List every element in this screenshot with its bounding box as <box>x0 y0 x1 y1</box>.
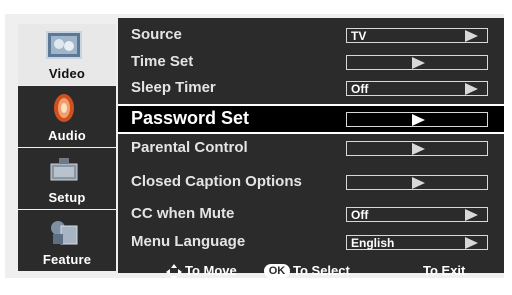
tab-video[interactable]: Video <box>18 24 116 85</box>
value-box[interactable] <box>346 141 488 156</box>
value-box[interactable]: English <box>346 235 488 250</box>
value-box[interactable] <box>346 55 488 70</box>
arrow-right-icon <box>412 57 425 69</box>
arrow-right-icon <box>412 114 425 126</box>
settings-menu: Source TV Time Set Sleep Timer Off Passw… <box>118 18 504 280</box>
help-exit-text: To Exit <box>423 263 466 278</box>
menu-item-label: Closed Caption Options <box>131 173 302 190</box>
arrow-right-icon <box>465 83 478 95</box>
value-text: Off <box>351 82 369 96</box>
arrow-right-icon <box>465 237 478 249</box>
tab-label: Feature <box>42 252 92 267</box>
menu-item-cc-when-mute[interactable]: CC when Mute Off <box>118 201 504 229</box>
sidebar: Video Audio Setup Feature <box>17 18 117 273</box>
arrow-right-icon <box>465 30 478 42</box>
video-icon <box>46 31 82 59</box>
help-move-text: To Move <box>185 263 237 278</box>
menu-item-parental-control[interactable]: Parental Control <box>118 135 504 163</box>
menu-item-password-set[interactable]: Password Set <box>118 104 504 134</box>
value-text: English <box>351 236 395 250</box>
navigation-arrows-icon <box>166 264 182 280</box>
menu-item-label: Source <box>131 26 182 43</box>
feature-icon <box>51 221 78 245</box>
value-text: TV <box>351 29 367 43</box>
arrow-right-icon <box>412 177 425 189</box>
tab-audio[interactable]: Audio <box>18 86 116 147</box>
help-select-text: To Select <box>293 263 350 278</box>
menu-item-label: Time Set <box>131 53 194 70</box>
tab-label: Setup <box>48 190 86 205</box>
menu-item-closed-caption-options[interactable]: Closed Caption Options <box>118 169 504 197</box>
ok-key-badge: OK <box>264 264 290 278</box>
value-box[interactable] <box>346 112 488 127</box>
tab-feature[interactable]: Feature <box>18 210 116 271</box>
value-text: Off <box>351 208 369 222</box>
menu-item-label: CC when Mute <box>131 205 235 222</box>
arrow-right-icon <box>465 209 478 221</box>
value-box[interactable]: Off <box>346 81 488 96</box>
tab-label: Video <box>48 66 86 81</box>
help-bar: To Move OK To Select To Exit <box>118 263 504 287</box>
arrow-right-icon <box>412 143 425 155</box>
tab-label: Audio <box>48 128 86 143</box>
setup-icon <box>50 158 78 181</box>
menu-item-label: Sleep Timer <box>131 79 216 96</box>
menu-item-label: Password Set <box>131 108 250 128</box>
value-box[interactable] <box>346 175 488 190</box>
menu-item-label: Menu Language <box>131 233 246 250</box>
menu-item-source[interactable]: Source TV <box>118 22 504 50</box>
menu-item-time-set[interactable]: Time Set <box>118 49 504 77</box>
menu-item-label: Parental Control <box>131 139 248 156</box>
value-box[interactable]: TV <box>346 28 488 43</box>
audio-speaker-icon <box>54 94 74 122</box>
tab-setup[interactable]: Setup <box>18 148 116 209</box>
menu-item-sleep-timer[interactable]: Sleep Timer Off <box>118 75 504 103</box>
menu-item-menu-language[interactable]: Menu Language English <box>118 229 504 257</box>
value-box[interactable]: Off <box>346 207 488 222</box>
